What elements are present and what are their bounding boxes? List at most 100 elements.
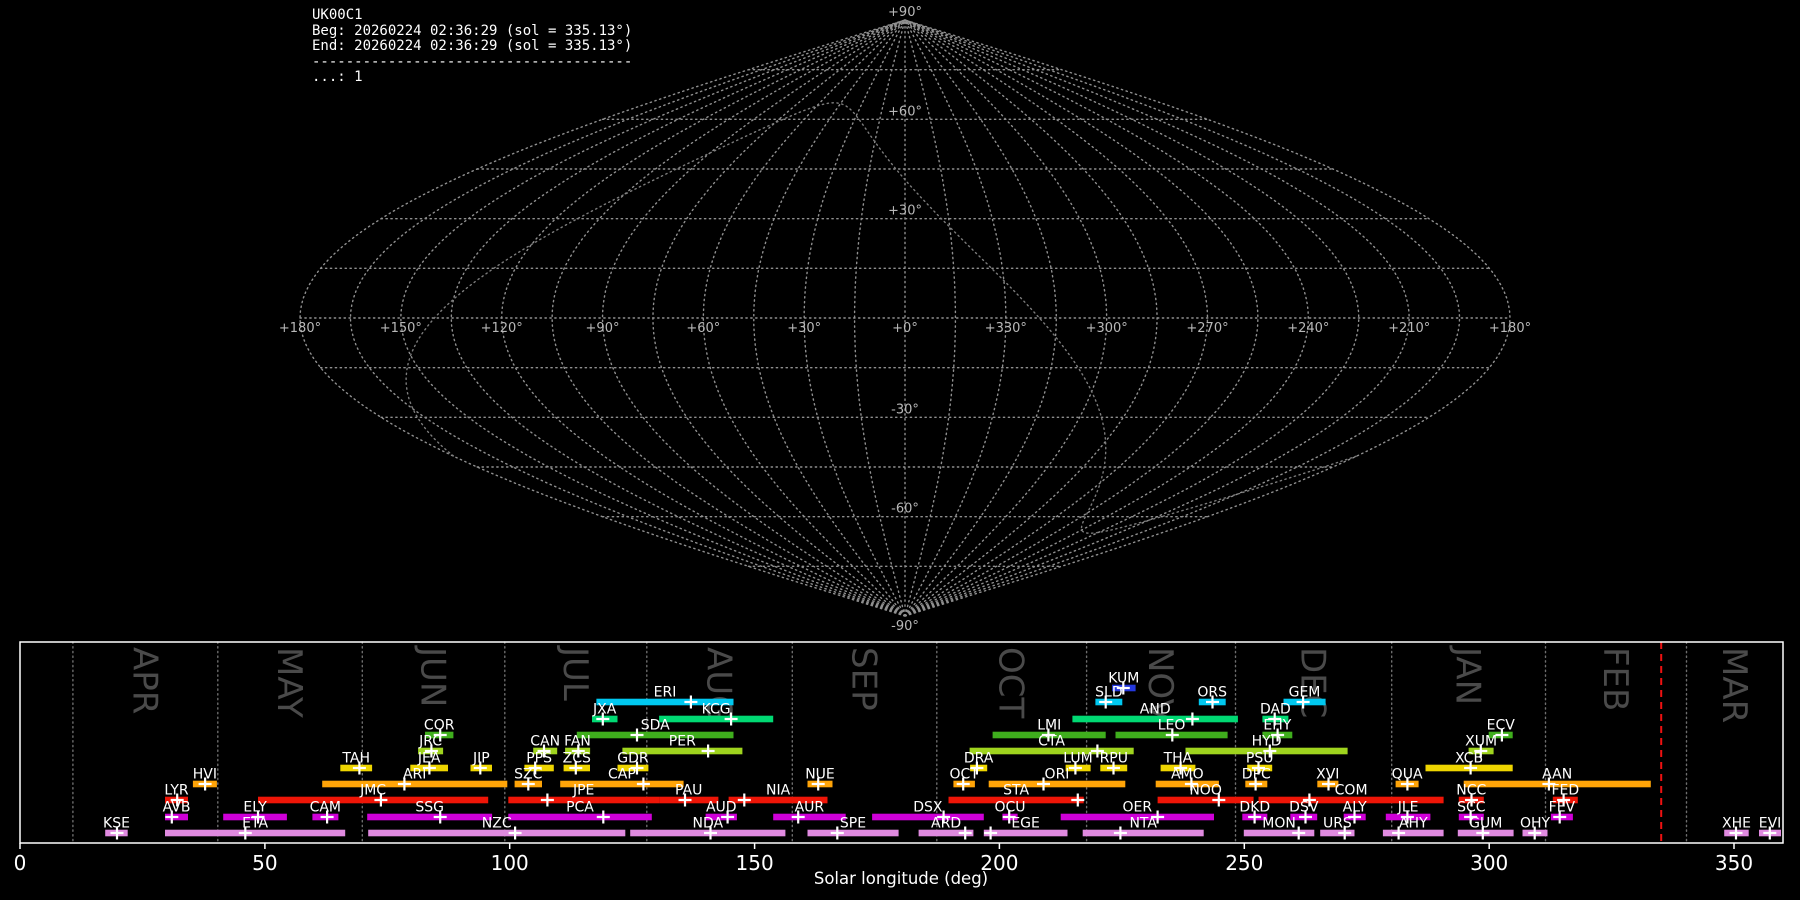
shower-label-LUM: LUM [1063, 751, 1092, 767]
shower-label-GEM: GEM [1289, 685, 1321, 701]
shower-label-STA: STA [1003, 783, 1029, 799]
shower-label-NOO: NOO [1189, 783, 1222, 799]
shower-label-JEA: JEA [417, 751, 441, 767]
map-lat-label: +90° [888, 5, 922, 20]
shower-label-ORI: ORI [1045, 767, 1070, 783]
x-tick-label: 250 [1225, 851, 1263, 875]
map-lat-label: -30° [891, 402, 919, 417]
map-lat-label: +60° [888, 104, 922, 119]
map-lon-label: +180° [1489, 321, 1531, 336]
shower-bars: KUMERI SLD ORS GEMJXA KCG AND DADCOR SDA LMI LEO E… [103, 642, 1781, 843]
shower-label-DSX: DSX [913, 800, 943, 816]
shower-label-LEO: LEO [1158, 718, 1186, 734]
x-tick-label: 150 [736, 851, 774, 875]
map-lat-label: -90° [891, 619, 919, 630]
map-lon-label: +210° [1388, 321, 1430, 336]
x-tick-label: 50 [252, 851, 277, 875]
shower-label-THA: THA [1163, 751, 1193, 767]
shower-label-AUD: AUD [706, 800, 737, 816]
month-label-mar: MAR [1714, 647, 1754, 723]
shower-max-cross-PCA [596, 810, 610, 824]
shower-label-ECV: ECV [1487, 718, 1516, 734]
shower-label-DAD: DAD [1260, 702, 1291, 718]
map-transverse-curve [405, 102, 1357, 534]
shower-label-OHY: OHY [1520, 816, 1551, 832]
month-label-oct: OCT [991, 647, 1031, 719]
shower-label-XVI: XVI [1316, 767, 1339, 783]
map-lat-label: -60° [891, 502, 919, 517]
shower-label-ERI: ERI [654, 685, 677, 701]
shower-label-CTA: CTA [1038, 734, 1065, 750]
shower-label-RPU: RPU [1100, 751, 1128, 767]
x-tick-label: 100 [491, 851, 529, 875]
shower-label-ALY: ALY [1343, 800, 1368, 816]
shower-label-COR: COR [424, 718, 455, 734]
month-label-jul: JUL [555, 645, 595, 701]
shower-max-cross-JPE [540, 793, 554, 807]
shower-label-NZC: NZC [482, 816, 512, 832]
shower-label-JPE: JPE [572, 783, 594, 799]
radiant-sky-map: +180° +150° +120° +90° +60° +30° +0° +330° +300°… [279, 5, 1531, 630]
shower-label-SDA: SDA [641, 718, 670, 734]
month-label-may: MAY [269, 647, 309, 718]
map-lon-label: +330° [985, 321, 1027, 336]
shower-label-AHY: AHY [1399, 816, 1428, 832]
shower-label-CAN: CAN [530, 734, 560, 750]
shower-label-PAU: PAU [675, 783, 702, 799]
shower-label-AAN: AAN [1542, 767, 1572, 783]
shower-label-LMI: LMI [1037, 718, 1061, 734]
shower-max-cross-NTA [1113, 826, 1127, 840]
shower-label-OCT: OCT [950, 767, 980, 783]
shower-label-JRC: JRC [418, 734, 442, 750]
shower-label-LYR: LYR [164, 783, 188, 799]
month-label-sep: SEP [844, 647, 884, 711]
shower-max-cross-EGE [984, 826, 998, 840]
month-label-jun: JUN [413, 645, 453, 707]
shower-label-ARI: ARI [403, 767, 426, 783]
radiant-atlas-screen: UK00C1 Beg: 20260224 02:36:29 (sol = 335… [0, 0, 1800, 900]
shower-label-ZCS: ZCS [563, 751, 591, 767]
shower-label-HVI: HVI [193, 767, 217, 783]
map-lon-label: +240° [1287, 321, 1329, 336]
shower-label-NDA: NDA [693, 816, 724, 832]
shower-label-NUE: NUE [805, 767, 835, 783]
shower-label-DKD: DKD [1239, 800, 1270, 816]
shower-label-AVB: AVB [163, 800, 191, 816]
map-lon-label: +150° [380, 321, 422, 336]
shower-label-OER: OER [1123, 800, 1153, 816]
shower-label-MON: MON [1262, 816, 1296, 832]
shower-label-SCC: SCC [1457, 800, 1486, 816]
shower-label-DRA: DRA [964, 751, 994, 767]
shower-label-XCB: XCB [1455, 751, 1483, 767]
shower-label-PER: PER [669, 734, 696, 750]
shower-label-EGE: EGE [1011, 816, 1040, 832]
shower-label-FAN: FAN [564, 734, 591, 750]
shower-label-CAP: CAP [608, 767, 636, 783]
shower-label-URS: URS [1323, 816, 1352, 832]
shower-label-AUR: AUR [795, 800, 825, 816]
shower-label-DPC: DPC [1242, 767, 1271, 783]
shower-label-FEV: FEV [1549, 800, 1576, 816]
shower-max-cross-CAP [636, 777, 650, 791]
month-label-dec: DEC [1293, 647, 1333, 718]
shower-label-PPS: PPS [526, 751, 552, 767]
shower-max-cross-ERI [684, 695, 698, 709]
map-lon-label: +0° [892, 321, 918, 336]
shower-label-TAH: TAH [341, 751, 370, 767]
shower-max-cross-STA [1071, 793, 1085, 807]
shower-label-XHE: XHE [1722, 816, 1751, 832]
shower-label-ETA: ETA [242, 816, 268, 832]
shower-label-AND: AND [1140, 702, 1171, 718]
shower-label-COM: COM [1335, 783, 1368, 799]
map-lon-label: +60° [686, 321, 720, 336]
shower-label-ORS: ORS [1197, 685, 1227, 701]
map-lon-label: +270° [1186, 321, 1228, 336]
shower-max-cross-AND [1185, 712, 1199, 726]
map-lon-label: +120° [481, 321, 523, 336]
shower-label-SLD: SLD [1095, 685, 1122, 701]
shower-label-OCU: OCU [994, 800, 1025, 816]
shower-label-DSV: DSV [1289, 800, 1319, 816]
map-lon-label: +90° [586, 321, 620, 336]
shower-label-GUM: GUM [1469, 816, 1502, 832]
shower-label-KCG: KCG [702, 702, 731, 718]
